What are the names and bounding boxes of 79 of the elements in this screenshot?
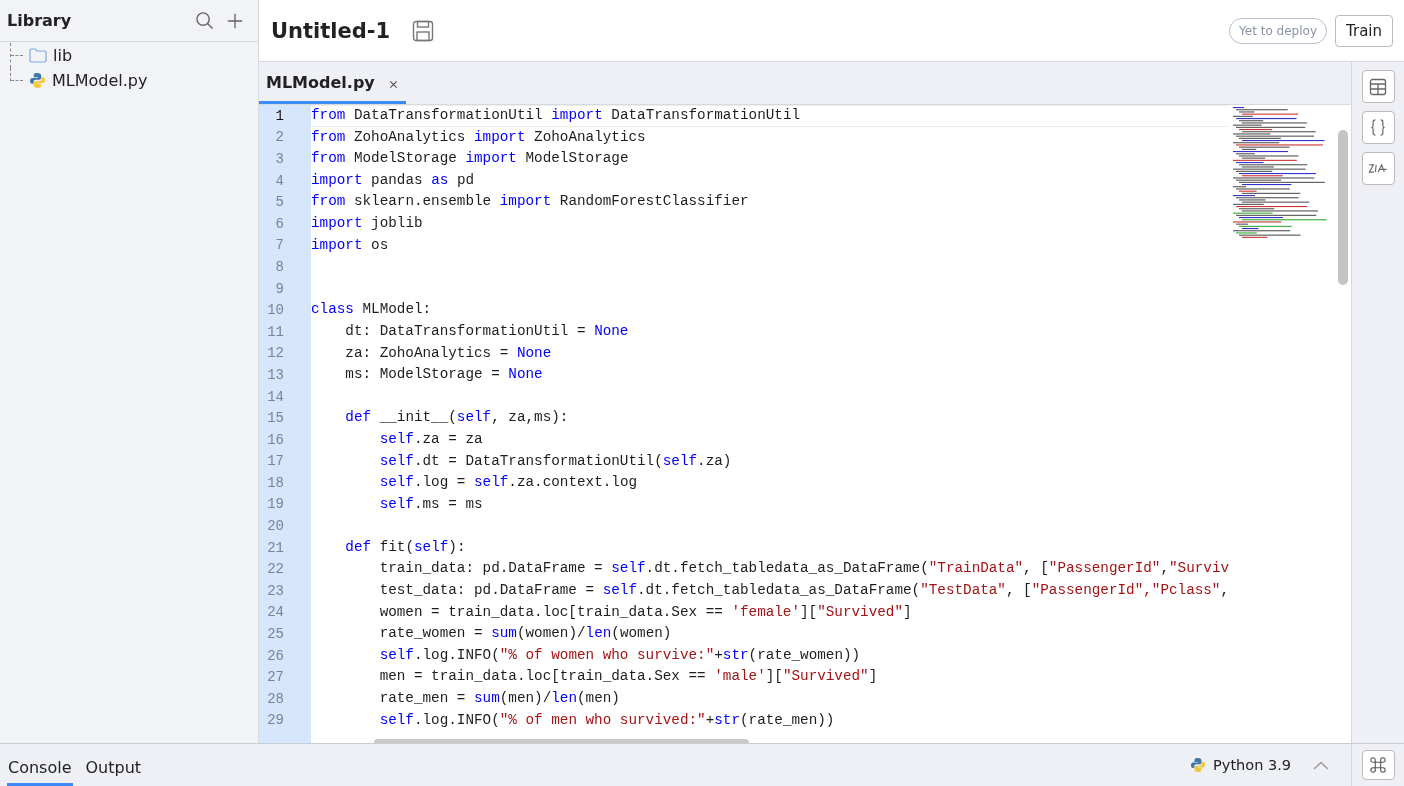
library-title: Library <box>7 11 73 30</box>
line-number: 18 <box>267 474 284 491</box>
add-icon[interactable] <box>226 11 244 30</box>
line-number: 1 <box>275 107 284 124</box>
code-line: from ModelStorage import ModelStorage <box>311 149 629 169</box>
line-number: 23 <box>267 582 284 599</box>
code-line: from sklearn.ensemble import RandomForestClassifier <box>311 192 749 212</box>
save-icon[interactable] <box>412 19 435 42</box>
code-line: self.log.INFO("% of men who survived:"+str(rate_men)) <box>379 710 835 730</box>
line-number: 24 <box>267 604 284 621</box>
shortcuts-button[interactable] <box>1361 750 1395 780</box>
braces-icon <box>1370 118 1386 137</box>
code-line: def __init__(self, za,ms): <box>345 408 569 428</box>
line-number: 13 <box>267 366 284 383</box>
code-line: class MLModel: <box>311 300 432 320</box>
search-icon[interactable] <box>195 11 214 30</box>
line-number: 5 <box>275 194 284 211</box>
table-button[interactable] <box>1361 70 1395 103</box>
line-number: 8 <box>275 258 284 275</box>
code-line: from ZohoAnalytics import ZohoAnalytics <box>311 127 646 147</box>
code-line: women = train_data.loc[train_data.Sex == 'female']["Survived"] <box>379 602 912 622</box>
code-line: import joblib <box>311 213 423 233</box>
tree-item[interactable]: lib <box>53 46 73 65</box>
line-number: 6 <box>275 215 284 232</box>
line-number: 11 <box>267 323 284 340</box>
code-line: self.dt = DataTransformationUtil(self.za) <box>379 451 732 471</box>
code-line: test_data: pd.DataFrame = self.dt.fetch_tabledata_as_DataFrame("TestData", ["PassengerId","Pclass", <box>379 581 1229 601</box>
line-number: 4 <box>275 172 284 189</box>
line-number: 26 <box>267 647 284 664</box>
train-button[interactable]: Train <box>1335 14 1393 47</box>
line-number: 19 <box>267 496 284 513</box>
panel-tab[interactable]: Console <box>7 744 73 786</box>
command-key-icon <box>1369 756 1387 774</box>
line-number: 14 <box>267 388 284 405</box>
code-line: import pandas as pd <box>311 170 475 190</box>
line-number: 22 <box>267 561 284 578</box>
line-number: 15 <box>267 410 284 427</box>
code-line: import os <box>311 235 389 255</box>
line-number: 3 <box>275 151 284 167</box>
line-number: 7 <box>275 237 284 254</box>
document-title: Untitled-1 <box>271 18 391 43</box>
line-number: 21 <box>267 539 284 556</box>
line-number: 27 <box>267 669 284 686</box>
code-line: self.log = self.za.context.log <box>379 473 638 493</box>
code-line: ms: ModelStorage = None <box>345 365 543 385</box>
vertical-scrollbar[interactable] <box>1338 130 1348 285</box>
close-icon[interactable] <box>388 80 398 89</box>
line-number: 9 <box>275 280 284 297</box>
code-line: self.ms = ms <box>379 494 483 514</box>
scribble-icon <box>1368 162 1388 175</box>
code-line: train_data: pd.DataFrame = self.dt.fetch_tabledata_as_DataFrame("TrainData", ["PassengerId","Surviv <box>379 559 1229 579</box>
python-icon <box>29 72 46 89</box>
code-line: rate_women = sum(women)/len(women) <box>379 624 672 644</box>
table-icon <box>1369 77 1387 96</box>
caret-icon[interactable] <box>1313 760 1329 770</box>
tree-item[interactable]: MLModel.py <box>52 71 148 90</box>
line-number: 28 <box>267 690 284 707</box>
line-number: 25 <box>267 626 284 643</box>
code-line: def fit(self): <box>345 537 466 557</box>
folder-icon <box>29 48 47 63</box>
code-line: from DataTransformationUtil import DataTransformationUtil <box>311 106 801 125</box>
python-icon <box>1190 757 1207 773</box>
braces-button[interactable] <box>1361 111 1395 144</box>
line-number: 20 <box>267 518 284 535</box>
line-number: 2 <box>275 129 284 146</box>
line-number: 10 <box>267 302 284 319</box>
line-number: 16 <box>267 431 284 448</box>
assistant-button[interactable] <box>1361 152 1395 185</box>
runtime-label[interactable]: Python 3.9 <box>1213 757 1291 773</box>
panel-tab[interactable]: Output <box>84 744 143 786</box>
line-number: 29 <box>267 712 284 729</box>
code-line: dt: DataTransformationUtil = None <box>345 321 629 341</box>
line-number: 12 <box>267 345 284 362</box>
code-line: self.za = za <box>379 429 483 449</box>
code-line: men = train_data.loc[train_data.Sex == 'male']["Survived"] <box>379 667 878 687</box>
line-number: 17 <box>267 453 284 470</box>
code-line: za: ZohoAnalytics = None <box>345 343 552 363</box>
code-line: rate_men = sum(men)/len(men) <box>379 689 620 709</box>
code-line: self.log.INFO("% of women who survive:"+str(rate_women)) <box>379 645 861 665</box>
